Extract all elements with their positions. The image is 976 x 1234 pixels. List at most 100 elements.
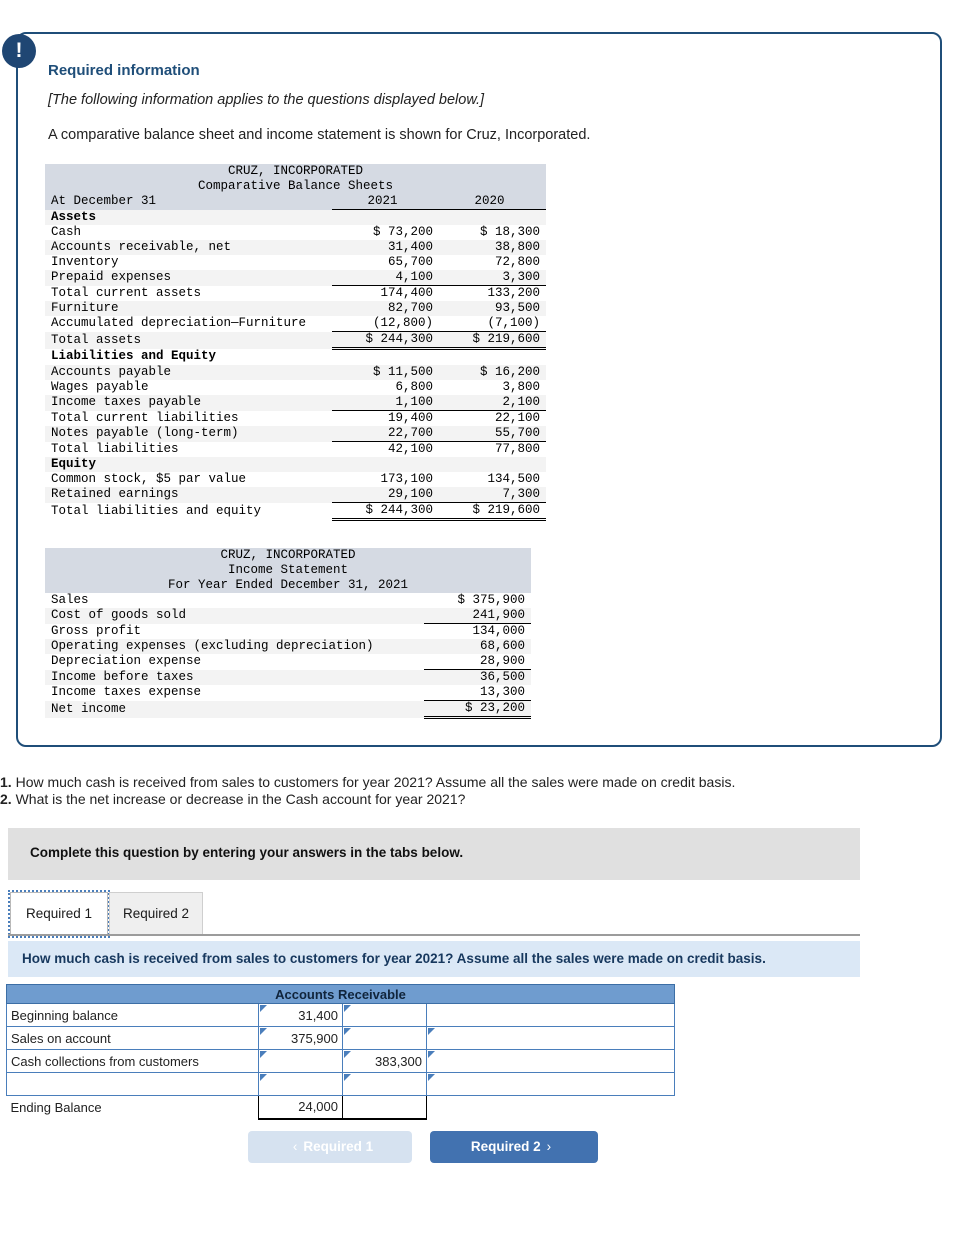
tab-strip: Required 1 Required 2	[8, 890, 860, 938]
bs-row-2020: 93,500	[439, 301, 547, 316]
bs-row-2020: 22,100	[439, 410, 547, 426]
is-row-value: 241,900	[424, 608, 531, 624]
bs-row-2020: $ 219,600	[439, 331, 547, 350]
instruction-bar: Complete this question by entering your …	[8, 828, 860, 880]
ar-header-row: Accounts Receivable	[5, 984, 676, 1004]
ar-row-label[interactable]: Sales on account	[6, 1026, 259, 1050]
bs-row-2021: 65,700	[332, 255, 439, 270]
is-period: For Year Ended December 31, 2021	[45, 578, 531, 593]
is-row-label: Depreciation expense	[45, 654, 424, 670]
question-2-number: 2.	[0, 791, 12, 807]
bs-row-2021: 174,400	[332, 285, 439, 301]
question-1: 1. How much cash is received from sales …	[0, 774, 735, 790]
ar-ending-spacer	[426, 1095, 675, 1119]
bs-statement: Comparative Balance Sheets	[45, 179, 547, 194]
bs-row-label: Wages payable	[45, 380, 332, 395]
bs-row-2020: 55,700	[439, 426, 547, 442]
bs-row-2021	[332, 348, 439, 365]
ar-spacer-cell	[425, 1026, 676, 1050]
ar-credit-input[interactable]	[342, 1026, 427, 1050]
bs-row-2021: (12,800)	[332, 316, 439, 332]
chevron-left-icon: ‹	[292, 1139, 298, 1154]
prompt-text: How much cash is received from sales to …	[22, 951, 766, 966]
previous-button-label: Required 1	[303, 1139, 374, 1154]
bs-row-2021: 31,400	[332, 240, 439, 255]
cell-marker-icon	[428, 1051, 435, 1058]
bs-row-label: Notes payable (long-term)	[45, 426, 332, 442]
previous-required-button[interactable]: ‹ Required 1	[248, 1131, 412, 1163]
bs-row-2020	[439, 348, 547, 365]
table-row	[6, 1072, 676, 1096]
bs-row-label: Total liabilities	[45, 441, 332, 457]
bs-row-label: Prepaid expenses	[45, 270, 332, 286]
bs-row-2020: $ 16,200	[439, 365, 547, 380]
bs-row-2020: 38,800	[439, 240, 547, 255]
is-row-value: 134,000	[424, 623, 531, 639]
bs-row-label: Total assets	[45, 331, 332, 349]
bs-row-2020	[439, 209, 547, 225]
bs-row-2021: $ 244,300	[332, 331, 439, 350]
bs-row-2020: (7,100)	[439, 316, 547, 332]
tab-required-1[interactable]: Required 1	[8, 890, 110, 938]
next-required-button[interactable]: Required 2 ›	[430, 1131, 598, 1163]
ar-ending-debit: 24,000	[258, 1095, 343, 1120]
cell-marker-icon	[428, 1074, 435, 1081]
bs-row-label: Assets	[45, 209, 332, 225]
applies-note: [The following information applies to th…	[48, 92, 485, 108]
is-row-label: Cost of goods sold	[45, 608, 424, 624]
ar-ending-label: Ending Balance	[6, 1095, 259, 1119]
cell-marker-icon	[344, 1074, 351, 1081]
income-statement: CRUZ, INCORPORATED Income Statement For …	[45, 548, 531, 719]
bs-row-2021: 82,700	[332, 301, 439, 316]
bs-row-2020: $ 219,600	[439, 502, 547, 521]
bs-row-label: Income taxes payable	[45, 395, 332, 411]
question-1-number: 1.	[0, 774, 12, 790]
question-2: 2. What is the net increase or decrease …	[0, 791, 465, 807]
ar-spacer-cell	[425, 1003, 676, 1027]
bs-row-2021: 6,800	[332, 380, 439, 395]
bs-row-2021: 22,700	[332, 426, 439, 442]
bs-row-2021: $ 244,300	[332, 502, 439, 521]
bs-row-2021	[332, 457, 439, 472]
bs-company: CRUZ, INCORPORATED	[45, 164, 547, 179]
is-row-value: 13,300	[424, 685, 531, 701]
bs-row-2020: 3,800	[439, 380, 547, 395]
bs-row-2021	[332, 209, 439, 225]
bs-row-2021: $ 73,200	[332, 225, 439, 240]
next-button-label: Required 2	[470, 1139, 541, 1154]
bs-row-2021: $ 11,500	[332, 365, 439, 380]
tab-underline	[8, 934, 860, 936]
ar-credit-input[interactable]: 383,300	[342, 1049, 427, 1073]
ar-credit-input[interactable]	[342, 1072, 427, 1096]
ar-debit-input[interactable]: 375,900	[258, 1026, 343, 1050]
ar-row-label[interactable]: Beginning balance	[6, 1003, 259, 1027]
cell-marker-icon	[344, 1051, 351, 1058]
exclamation-icon: !	[2, 34, 36, 68]
ar-row-label[interactable]: Cash collections from customers	[6, 1049, 259, 1073]
tab-required-2[interactable]: Required 2	[109, 892, 203, 936]
is-row-value: 68,600	[424, 639, 531, 654]
bs-row-label: Accounts payable	[45, 365, 332, 380]
bs-row-2021: 42,100	[332, 441, 439, 457]
bs-row-label: Accumulated depreciation—Furniture	[45, 316, 332, 332]
bs-row-label: Equity	[45, 457, 332, 472]
bs-row-label: Liabilities and Equity	[45, 348, 332, 365]
ar-row-label[interactable]	[6, 1072, 259, 1096]
ar-debit-input[interactable]	[258, 1049, 343, 1073]
bs-row-2020: 134,500	[439, 472, 547, 487]
is-row-label: Net income	[45, 700, 424, 718]
bs-row-2020: 77,800	[439, 441, 547, 457]
bs-row-2020: 3,300	[439, 270, 547, 286]
bs-row-label: Common stock, $5 par value	[45, 472, 332, 487]
ar-spacer-cell	[425, 1072, 676, 1096]
bs-row-label-header: At December 31	[45, 194, 332, 210]
bs-row-2021: 173,100	[332, 472, 439, 487]
page-title: Required information	[48, 62, 200, 79]
cell-marker-icon	[344, 1028, 351, 1035]
ar-ending-row: Ending Balance 24,000	[6, 1095, 675, 1120]
ar-debit-input[interactable]	[258, 1072, 343, 1096]
bs-row-label: Total liabilities and equity	[45, 502, 332, 520]
ar-ending-credit	[342, 1095, 427, 1120]
ar-credit-input[interactable]	[342, 1003, 427, 1027]
ar-debit-input[interactable]: 31,400	[258, 1003, 343, 1027]
